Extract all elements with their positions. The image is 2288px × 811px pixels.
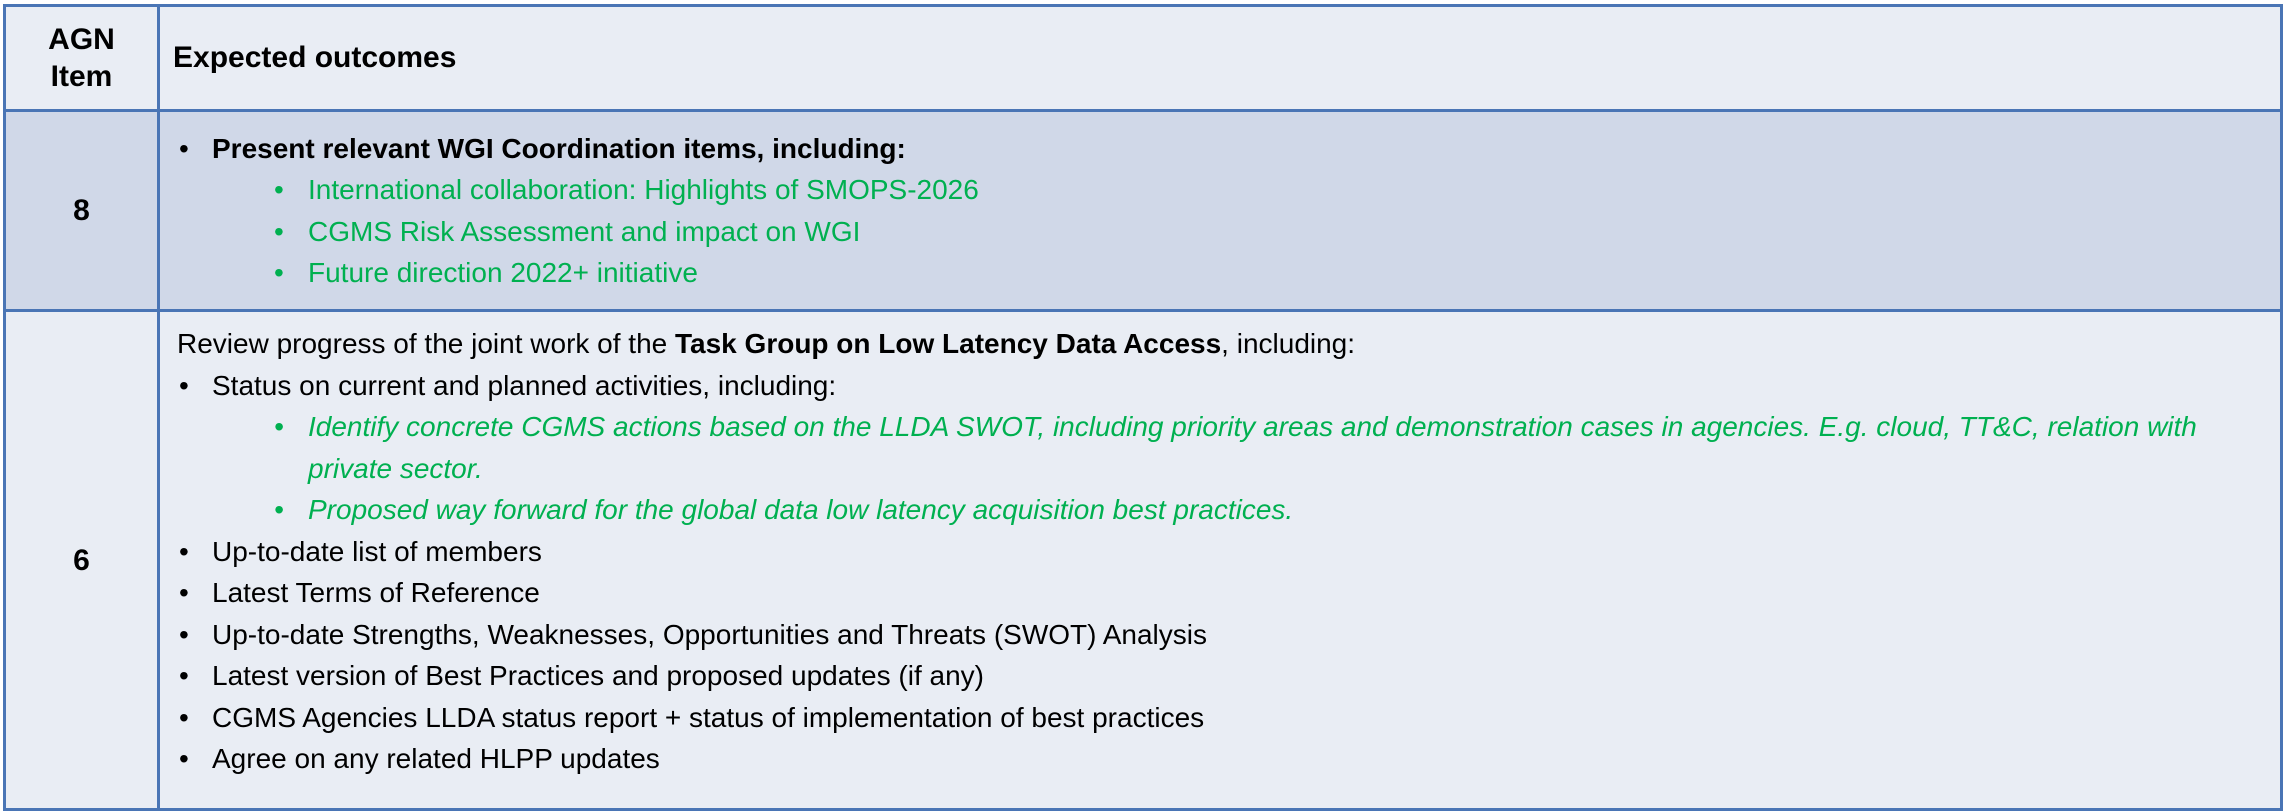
list-item: Proposed way forward for the global data… xyxy=(177,489,2280,531)
row6-intro: Review progress of the joint work of the… xyxy=(177,323,2280,365)
intro-task-group: Task Group on Low Latency Data Access xyxy=(675,328,1222,359)
list-item: Present relevant WGI Coordination items,… xyxy=(177,128,2280,170)
list-item: Latest Terms of Reference xyxy=(177,572,2280,614)
list-item: CGMS Risk Assessment and impact on WGI xyxy=(177,211,2280,253)
row8-heading: Present relevant WGI Coordination items,… xyxy=(212,132,906,164)
list-item: Up-to-date Strengths, Weaknesses, Opport… xyxy=(177,614,2280,656)
list-item: Latest version of Best Practices and pro… xyxy=(177,655,2280,697)
intro-suffix: , including: xyxy=(1221,328,1356,359)
intro-prefix: Review progress of the joint work of the xyxy=(177,328,676,359)
header-expected-outcomes: Expected outcomes xyxy=(157,4,2283,112)
table-row-item-8: 8 Present relevant WGI Coordination item… xyxy=(3,109,2283,312)
item-number-6: 6 xyxy=(3,309,160,811)
list-item: CGMS Agencies LLDA status report + statu… xyxy=(177,697,2280,739)
table-header-row: AGN Item Expected outcomes xyxy=(3,4,2283,112)
list-item: Identify concrete CGMS actions based on … xyxy=(177,406,2280,489)
outcomes-list-8: Present relevant WGI Coordination items,… xyxy=(177,128,2280,294)
list-item: Future direction 2022+ initiative xyxy=(177,252,2280,294)
list-item: Agree on any related HLPP updates xyxy=(177,738,2280,780)
table-row-item-6: 6 Review progress of the joint work of t… xyxy=(3,309,2283,811)
list-item: International collaboration: Highlights … xyxy=(177,169,2280,211)
list-item: Status on current and planned activities… xyxy=(177,365,2280,407)
outcomes-list-6: Status on current and planned activities… xyxy=(177,365,2280,780)
header-agn-item: AGN Item xyxy=(3,4,160,112)
agenda-outcomes-table: AGNItem Expected outcomes 8 Present rele… xyxy=(3,4,2283,811)
outcomes-cell-6: Review progress of the joint work of the… xyxy=(157,309,2283,811)
item-number-8: 8 xyxy=(3,109,160,312)
list-item: Up-to-date list of members xyxy=(177,531,2280,573)
outcomes-cell-8: Present relevant WGI Coordination items,… xyxy=(157,109,2283,312)
